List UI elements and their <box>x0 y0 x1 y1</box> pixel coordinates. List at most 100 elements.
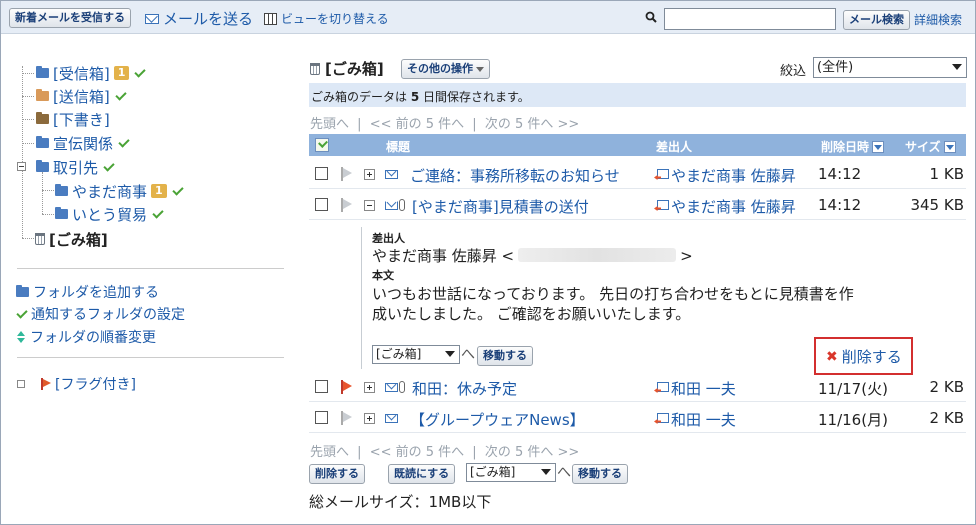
reorder-folders-link[interactable]: フォルダの順番変更 <box>17 327 156 347</box>
preview-folder-select[interactable]: [ごみ箱] <box>372 345 460 364</box>
preview-sender-name: やまだ商事 佐藤昇 < <box>372 247 515 265</box>
collapse-toggle[interactable] <box>17 162 26 171</box>
col-size-label: サイズ <box>905 140 941 154</box>
add-folder-link[interactable]: フォルダを追加する <box>16 282 159 302</box>
folder-label: [受信箱] <box>53 64 110 83</box>
receive-mail-button[interactable]: 新着メールを受信する <box>9 8 131 28</box>
bottom-folder-select[interactable]: [ごみ箱] <box>466 463 556 482</box>
send-mail-label: メールを送る <box>163 10 254 28</box>
table-row[interactable]: ご連絡：事務所移転のお知らせ やまだ商事 佐藤昇 14:12 1 KB <box>309 160 966 189</box>
columns-icon <box>264 12 277 25</box>
table-row[interactable]: 【グループウェアNews】 和田 一夫 11/16(月) 2 KB <box>309 404 966 433</box>
preview-sender-label: 差出人 <box>372 232 405 245</box>
add-folder-label: フォルダを追加する <box>33 285 159 301</box>
preview-move-button[interactable]: 移動する <box>477 346 533 366</box>
preview-sender-close: > <box>680 247 693 265</box>
envelope-icon <box>385 170 398 179</box>
search-input[interactable] <box>664 8 836 30</box>
pager-sep: | <box>357 445 362 460</box>
row-sender-name: やまだ商事 佐藤昇 <box>671 198 796 216</box>
advanced-search-link[interactable]: 詳細検索 <box>914 11 962 28</box>
sort-icon[interactable] <box>943 141 956 153</box>
flag-icon[interactable] <box>341 198 353 212</box>
preview-body-line: いつもお世話になっております。 先日の打ち合わせをもとに見積書を作 <box>372 285 854 303</box>
row-size: 1 KB <box>929 165 964 183</box>
flag-icon[interactable] <box>341 411 353 425</box>
tree-line <box>22 66 23 238</box>
row-date: 14:12 <box>818 196 862 214</box>
row-checkbox[interactable] <box>315 380 328 393</box>
send-mail-link[interactable]: メールを送る <box>145 8 253 29</box>
collapse-toggle[interactable] <box>364 200 375 211</box>
row-sender-name: 和田 一夫 <box>671 411 736 429</box>
expand-toggle[interactable] <box>364 382 375 393</box>
folder-advertising[interactable]: 宣伝関係 <box>36 132 130 154</box>
move-button[interactable]: 移動する <box>572 464 628 484</box>
folder-ito[interactable]: いとう貿易 <box>55 203 164 225</box>
table-row[interactable]: 和田：休み予定 和田 一夫 11/17(火) 2 KB <box>309 373 966 402</box>
delete-link[interactable]: ✖ 削除する <box>826 346 902 367</box>
reorder-icon <box>17 331 26 343</box>
row-subject[interactable]: [やまだ商事]見積書の送付 <box>412 196 589 217</box>
folder-trash[interactable]: [ごみ箱] <box>35 228 108 250</box>
folder-inbox[interactable]: [受信箱] 1 <box>36 62 147 84</box>
delete-button[interactable]: 削除する <box>309 464 365 484</box>
expand-toggle[interactable] <box>364 169 375 180</box>
table-row[interactable]: [やまだ商事]見積書の送付 やまだ商事 佐藤昇 14:12 345 KB <box>309 191 966 220</box>
pager-first: 先頭へ <box>310 117 350 132</box>
check-icon <box>152 206 164 219</box>
unread-badge: 1 <box>151 184 167 198</box>
preview-folder-value: [ごみ箱] <box>376 347 422 361</box>
flag-icon[interactable] <box>341 380 353 394</box>
folder-clients[interactable]: 取引先 <box>36 156 115 178</box>
flag-icon[interactable] <box>341 167 353 181</box>
sender-icon <box>654 413 669 426</box>
row-subject[interactable]: 【グループウェアNews】 <box>410 409 585 430</box>
folder-icon <box>16 285 29 297</box>
switch-view-link[interactable]: ビューを切り替える <box>264 10 389 27</box>
row-sender[interactable]: やまだ商事 佐藤昇 <box>654 196 796 217</box>
row-date: 11/16(月) <box>818 411 888 429</box>
pager-sep: | <box>472 445 477 460</box>
folder-yamada[interactable]: やまだ商事 1 <box>55 180 184 202</box>
mark-read-button[interactable]: 既読にする <box>388 464 456 484</box>
folder-label: やまだ商事 <box>72 182 148 201</box>
row-sender[interactable]: 和田 一夫 <box>654 378 736 399</box>
folder-label: いとう貿易 <box>72 205 148 224</box>
notify-settings-link[interactable]: 通知するフォルダの設定 <box>16 304 185 324</box>
mail-search-button[interactable]: メール検索 <box>843 10 910 30</box>
folder-sent[interactable]: [送信箱] <box>36 85 127 107</box>
cursor-icon: へ <box>557 465 571 481</box>
col-subject[interactable]: 標題 <box>386 138 410 155</box>
folder-label: 取引先 <box>53 158 99 177</box>
col-deleted-at[interactable]: 削除日時 <box>821 138 885 155</box>
chevron-down-icon <box>952 64 962 70</box>
folder-drafts[interactable]: [下書き] <box>36 108 110 130</box>
search-icon <box>645 11 657 23</box>
row-checkbox[interactable] <box>315 167 328 180</box>
expand-toggle[interactable] <box>17 380 25 388</box>
expand-toggle[interactable] <box>364 413 375 424</box>
filter-select[interactable]: (全件) <box>813 57 967 78</box>
other-operations-button[interactable]: その他の操作 <box>401 59 490 79</box>
col-size[interactable]: サイズ <box>905 138 956 155</box>
row-subject[interactable]: 和田：休み予定 <box>412 378 517 399</box>
pager-prev: << 前の 5 件へ <box>369 117 465 132</box>
check-icon <box>103 159 115 172</box>
row-sender[interactable]: やまだ商事 佐藤昇 <box>654 165 796 186</box>
pager-prev: << 前の 5 件へ <box>369 445 465 460</box>
select-all-checkbox[interactable] <box>315 138 329 152</box>
row-checkbox[interactable] <box>315 198 328 211</box>
folder-label: [ごみ箱] <box>49 230 108 249</box>
row-checkbox[interactable] <box>315 411 328 424</box>
pager-next: 次の 5 件へ >> <box>484 117 580 132</box>
row-subject[interactable]: ご連絡：事務所移転のお知らせ <box>410 165 620 186</box>
row-sender[interactable]: 和田 一夫 <box>654 409 736 430</box>
folder-icon <box>55 184 68 196</box>
sort-icon[interactable] <box>872 141 885 153</box>
sender-icon <box>654 382 669 395</box>
filter-value: (全件) <box>817 60 854 75</box>
col-sender[interactable]: 差出人 <box>656 138 692 155</box>
flagged-link[interactable]: [フラグ付き] <box>17 374 136 394</box>
envelope-icon <box>385 414 398 423</box>
